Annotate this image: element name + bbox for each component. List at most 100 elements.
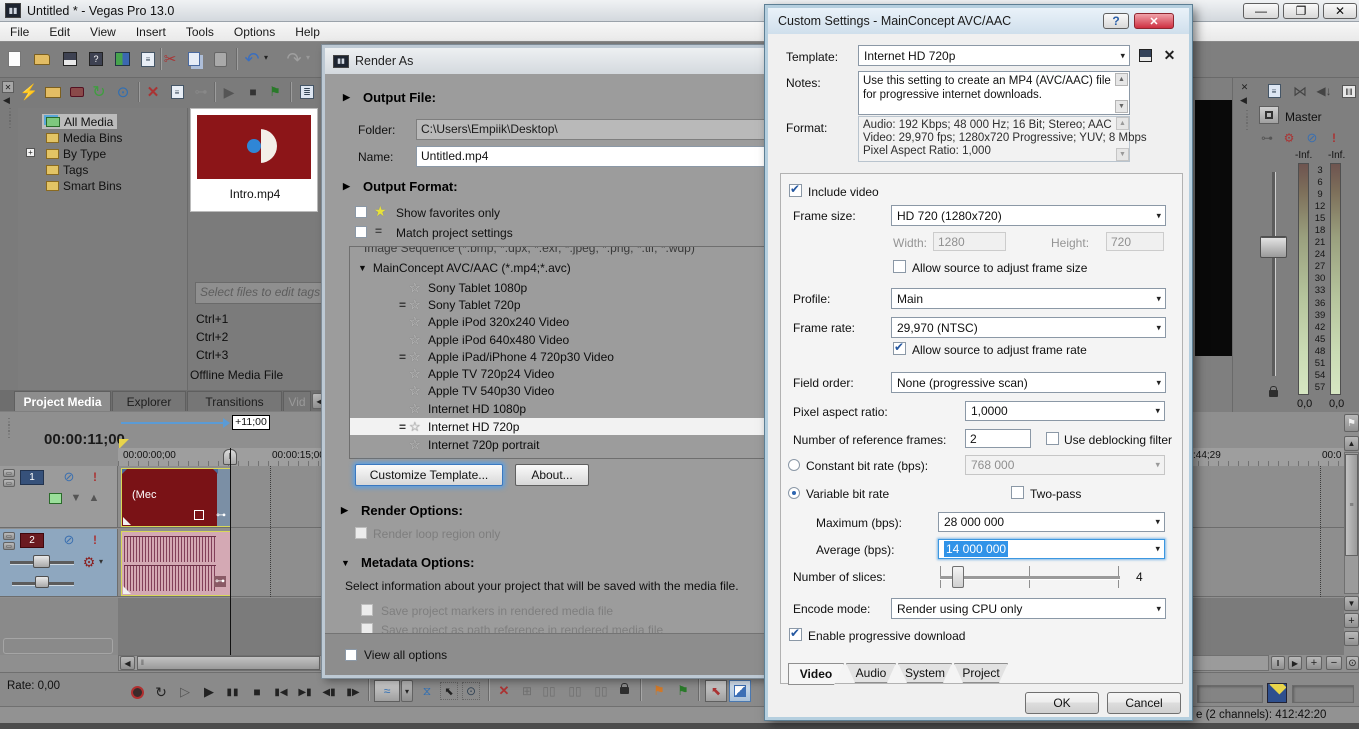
track-number-badge[interactable]: 2 (20, 533, 44, 548)
record-bus-icon[interactable]: ⚙ (1279, 130, 1299, 146)
selection-tool-button[interactable] (729, 680, 751, 702)
menu-item[interactable]: Insert (126, 22, 176, 42)
zoom-tool-button[interactable]: ⊙ (1346, 656, 1359, 670)
progressive-download-checkbox[interactable] (789, 628, 802, 641)
normal-edit-tool[interactable]: ⧖ (418, 682, 436, 700)
include-video-checkbox[interactable] (789, 184, 802, 197)
template-row[interactable]: ☆Apple iPod 320x240 Video (390, 314, 770, 331)
downmix-button[interactable]: ⋈ (1289, 80, 1311, 102)
list-partial-row[interactable]: Image Sequence (*.bmp, *.dpx, *.exr, *.j… (364, 246, 695, 256)
preview-play-button[interactable]: ▶ (218, 81, 240, 103)
track-minimize-button[interactable]: ▭ (3, 532, 15, 540)
record-button[interactable] (128, 683, 146, 701)
allow-frame-size-checkbox[interactable] (893, 260, 906, 273)
tab-project[interactable]: Project (954, 663, 1008, 683)
loop-playback-button[interactable]: ↻ (152, 683, 170, 701)
cut-button[interactable]: ✂ (158, 47, 182, 71)
panel-grip[interactable]: ⋮⋮⋮ (1242, 112, 1248, 172)
undo-button[interactable]: ↶ (240, 47, 264, 71)
template-row[interactable]: ☆Apple TV 720p24 Video (390, 365, 770, 382)
tab-explorer[interactable]: Explorer (112, 391, 186, 411)
marker-tool-button[interactable]: ⚑ (1344, 414, 1359, 432)
insert-marker-button[interactable]: ⚑ (650, 682, 668, 700)
height-field[interactable]: 720 (1106, 232, 1164, 251)
auto-preview-button[interactable]: ⚡ (18, 81, 40, 103)
tag-edit-field[interactable]: Select files to edit tags (195, 282, 322, 304)
track-mute-button[interactable]: ⊘ (60, 532, 78, 548)
tab-system[interactable]: System (898, 663, 952, 683)
unplug-button[interactable]: ⊶ (190, 81, 212, 103)
tab-project-media[interactable]: Project Media (14, 391, 111, 411)
h-scrollbar-thumb[interactable]: ‖ (137, 656, 320, 670)
width-field[interactable]: 1280 (933, 232, 1006, 251)
track-2-header[interactable]: ▭ ▭ 2 ⊘ ! ⚙ ▾ (0, 529, 118, 597)
master-collapse-button[interactable] (1259, 106, 1279, 124)
template-row[interactable]: =☆Sony Tablet 720p (390, 296, 770, 313)
import-media-button[interactable] (42, 81, 64, 103)
save-as-button[interactable]: ? (84, 47, 108, 71)
new-project-button[interactable] (2, 47, 26, 71)
insert-region-button[interactable]: ⚑ (674, 682, 692, 700)
volume-fader-handle[interactable] (1260, 236, 1287, 258)
cancel-button[interactable]: Cancel (1107, 692, 1181, 714)
dialog-close-button[interactable]: ✕ (1134, 13, 1174, 29)
redo-button[interactable]: ↷ (282, 47, 306, 71)
fade-handle-left-icon[interactable] (122, 469, 127, 474)
track-solo-button[interactable]: ! (88, 532, 102, 548)
event-tool-button[interactable]: ⬉ (705, 680, 727, 702)
delete-template-button[interactable]: ✕ (1160, 46, 1179, 65)
scroll-up-icon[interactable]: ▲ (1116, 117, 1129, 130)
maximum-bps-combo[interactable]: 28 000 000▾ (938, 512, 1165, 532)
event-fx-icon[interactable]: ⊶ (214, 576, 226, 587)
menu-item[interactable]: Help (285, 22, 330, 42)
frame-rate-combo[interactable]: 29,970 (NTSC)▾ (891, 317, 1166, 338)
h-scroll-right-button[interactable]: ▶ (1288, 656, 1302, 670)
save-button[interactable] (58, 47, 82, 71)
h-zoom-out-button[interactable]: − (1326, 656, 1342, 670)
panel-close-button[interactable]: ✕ (2, 81, 14, 93)
track-number-badge[interactable]: 1 (20, 470, 44, 485)
tree-item-by-type[interactable]: By Type (42, 146, 110, 161)
encode-mode-combo[interactable]: Render using CPU only▾ (891, 598, 1166, 619)
slices-slider[interactable] (940, 564, 1120, 590)
compositing-mode-button[interactable] (46, 490, 64, 506)
about-button[interactable]: About... (515, 464, 589, 486)
two-pass-checkbox[interactable] (1011, 486, 1024, 499)
ok-button[interactable]: OK (1025, 692, 1099, 714)
minimize-button[interactable]: — (1243, 3, 1279, 19)
play-button[interactable]: ▶ (200, 683, 218, 701)
template-row-selected[interactable]: =☆Internet HD 720p (350, 418, 769, 435)
project-properties-button[interactable]: ≡ (136, 47, 160, 71)
fade-handle-right-icon[interactable] (213, 469, 218, 474)
render-as-button[interactable] (110, 47, 134, 71)
v-scroll-down-button[interactable]: ▼ (1344, 596, 1359, 611)
field-order-combo[interactable]: None (progressive scan)▾ (891, 372, 1166, 393)
delete-tool-button[interactable]: ✕ (495, 682, 513, 700)
panel-close-button[interactable]: ✕ (1239, 82, 1250, 93)
track-1-header[interactable]: ▭ ▭ 1 ⊘ ! ▼ ▲ (0, 466, 118, 528)
tree-item-tags[interactable]: Tags (42, 162, 92, 177)
format-group-row[interactable]: ▼MainConcept AVC/AAC (*.mp4;*.avc) (358, 259, 571, 276)
pause-button[interactable]: ▮▮ (224, 683, 242, 701)
media-search-button[interactable]: ⊙ (112, 81, 134, 103)
customize-template-button[interactable]: Customize Template... (355, 464, 503, 486)
v-scroll-up-button[interactable]: ▲ (1344, 436, 1359, 451)
h-zoom-in-button[interactable]: + (1306, 656, 1322, 670)
mixer-view-button[interactable]: ‖‖ (1338, 80, 1359, 102)
open-button[interactable] (30, 47, 54, 71)
volume-fader-track[interactable] (1272, 172, 1275, 376)
meter-lock-icon[interactable] (1269, 390, 1278, 397)
render-as-titlebar[interactable]: ▮▮ Render As (325, 48, 777, 74)
redo-dropdown[interactable]: ▾ (306, 53, 310, 62)
profile-combo[interactable]: Main▾ (891, 288, 1166, 309)
stop-button[interactable]: ■ (248, 683, 266, 701)
v-scrollbar-thumb[interactable]: ≡ (1345, 454, 1358, 556)
paste-button[interactable] (208, 47, 232, 71)
slider-track[interactable] (940, 576, 1120, 579)
pan-crop-icon[interactable] (194, 510, 204, 520)
template-row[interactable]: ☆Apple TV 540p30 Video (390, 383, 770, 400)
format-template-list[interactable]: Image Sequence (*.bmp, *.dpx, *.exr, *.j… (349, 246, 770, 459)
deblocking-checkbox[interactable] (1046, 432, 1059, 445)
pixel-aspect-combo[interactable]: 1,0000▾ (965, 401, 1165, 421)
group-tool-disabled[interactable]: ▯▯ (592, 682, 610, 700)
